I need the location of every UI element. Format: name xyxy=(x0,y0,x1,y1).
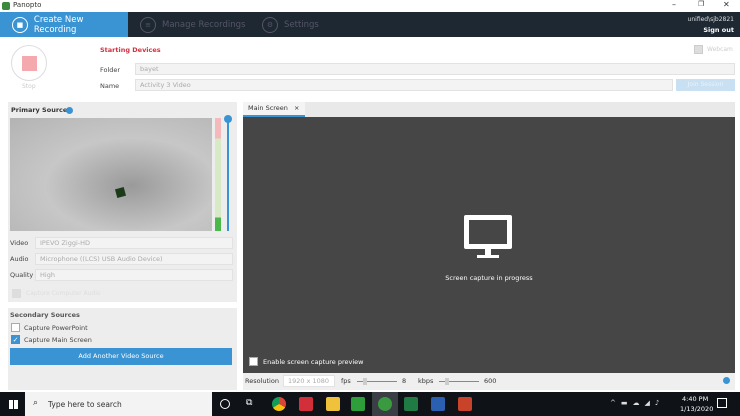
audio-label: Audio xyxy=(10,255,29,263)
capture-powerpoint-checkbox[interactable] xyxy=(11,323,20,332)
video-label: Video xyxy=(10,239,29,247)
windows-start-icon[interactable] xyxy=(9,400,18,409)
panopto-logo-icon xyxy=(2,2,10,10)
secondary-sources-title: Secondary Sources xyxy=(10,311,80,319)
fps-slider[interactable] xyxy=(357,378,397,385)
primary-sources-title: Primary Sources xyxy=(11,106,72,114)
nav-bar: ■ Create New Recording ≡ Manage Recordings… xyxy=(0,12,740,37)
name-input[interactable]: Activity 3 Video xyxy=(135,79,673,91)
tab-settings[interactable]: ⚙ Settings xyxy=(262,12,319,37)
fps-value: 8 xyxy=(402,377,407,385)
window-title: Panopto xyxy=(13,1,42,9)
clock-time[interactable]: 4:40 PM xyxy=(682,395,708,403)
excel-icon[interactable] xyxy=(404,397,418,411)
audio-gain-slider[interactable] xyxy=(224,115,232,231)
notifications-icon[interactable] xyxy=(717,398,727,408)
close-tab-icon[interactable]: × xyxy=(294,104,299,112)
slider-handle[interactable] xyxy=(224,115,232,123)
primary-sources-panel: Primary Sources Video IPEVO Ziggi-HD Aud… xyxy=(8,102,237,302)
quality-select[interactable]: High xyxy=(35,269,233,281)
kbps-value: 600 xyxy=(484,377,497,385)
file-explorer-icon[interactable] xyxy=(326,397,340,411)
stop-button[interactable] xyxy=(11,45,47,81)
audio-level-meter xyxy=(215,118,221,231)
cortana-icon[interactable] xyxy=(220,399,230,409)
close-button[interactable]: ✕ xyxy=(723,0,730,9)
resolution-label: Resolution xyxy=(245,377,279,385)
clock-date[interactable]: 1/13/2020 xyxy=(680,405,713,413)
restore-button[interactable]: ❐ xyxy=(698,0,704,8)
tab-label: Settings xyxy=(284,19,319,30)
task-view-icon[interactable]: ⧉ xyxy=(246,398,252,408)
reader-icon[interactable] xyxy=(299,397,313,411)
sign-out-link[interactable]: Sign out xyxy=(703,26,734,34)
webcam-checkbox[interactable] xyxy=(694,45,703,54)
list-icon: ≡ xyxy=(140,16,156,33)
capture-settings-bar: Resolution 1920 x 1080 fps 8 kbps 600 xyxy=(243,373,735,390)
webcam-label: Webcam xyxy=(707,46,733,53)
search-placeholder: Type here to search xyxy=(48,400,122,409)
video-select[interactable]: IPEVO Ziggi-HD xyxy=(35,237,233,249)
minimize-button[interactable]: – xyxy=(672,0,676,9)
title-bar: Panopto – ❐ ✕ xyxy=(0,0,740,12)
screen-tab[interactable]: Main Screen × xyxy=(243,102,305,117)
stop-label: Stop xyxy=(22,83,36,90)
quality-label: Quality xyxy=(10,271,34,279)
tab-label: Manage Recordings xyxy=(162,19,246,30)
fps-label: fps xyxy=(341,377,351,385)
search-icon: ⌕ xyxy=(33,398,39,408)
video-camera-icon: ■ xyxy=(12,16,28,33)
monitor-icon xyxy=(464,215,512,249)
help-icon[interactable] xyxy=(66,107,73,114)
audio-select[interactable]: Microphone ((LCS) USB Audio Device) xyxy=(35,253,233,265)
user-name: unified\sjb2821 xyxy=(687,16,734,23)
spreadsheet-app-icon[interactable] xyxy=(351,397,365,411)
chrome-icon[interactable] xyxy=(272,397,286,411)
status-text: Starting Devices xyxy=(100,46,161,54)
add-video-source-button[interactable]: Add Another Video Source xyxy=(10,348,232,365)
panopto-taskbar-icon[interactable] xyxy=(372,392,398,416)
kbps-label: kbps xyxy=(418,377,434,385)
capture-powerpoint-label: Capture PowerPoint xyxy=(24,324,88,332)
tab-create-new-recording[interactable]: ■ Create New Recording xyxy=(0,12,128,37)
tab-label: Create New Recording xyxy=(33,14,84,35)
search-box[interactable]: ⌕ Type here to search xyxy=(25,392,212,416)
folder-label: Folder xyxy=(100,66,121,74)
video-preview xyxy=(10,118,212,231)
computer-audio-checkbox[interactable] xyxy=(12,289,21,298)
screen-preview-area: Screen capture in progress Enable screen… xyxy=(243,117,735,373)
screen-tab-label: Main Screen xyxy=(248,104,288,112)
join-session-button[interactable]: Join Session xyxy=(676,79,735,91)
kbps-slider[interactable] xyxy=(439,378,479,385)
powerpoint-icon[interactable] xyxy=(458,397,472,411)
resolution-select[interactable]: 1920 x 1080 xyxy=(283,375,335,387)
monitor-base xyxy=(477,255,499,258)
screen-tabbar xyxy=(305,102,735,117)
word-icon[interactable] xyxy=(431,397,445,411)
capture-main-screen-checkbox[interactable]: ✓ xyxy=(11,335,20,344)
capture-main-screen-label: Capture Main Screen xyxy=(24,336,92,344)
name-label: Name xyxy=(100,82,120,90)
secondary-sources-panel: Secondary Sources Capture PowerPoint ✓ C… xyxy=(8,308,237,390)
tab-manage-recordings[interactable]: ≡ Manage Recordings xyxy=(140,12,245,37)
stop-icon xyxy=(22,56,37,71)
system-tray-icons[interactable]: ^▬☁◢♪ xyxy=(610,399,664,407)
gear-icon: ⚙ xyxy=(262,16,278,33)
folder-select[interactable]: bayet xyxy=(135,63,735,75)
preview-label: Enable screen capture preview xyxy=(263,358,364,366)
preview-checkbox[interactable] xyxy=(249,357,258,366)
cube-object xyxy=(114,186,127,199)
computer-audio-label: Capture Computer Audio xyxy=(26,290,101,297)
capture-message: Screen capture in progress xyxy=(445,274,533,282)
help-icon[interactable] xyxy=(723,377,730,384)
